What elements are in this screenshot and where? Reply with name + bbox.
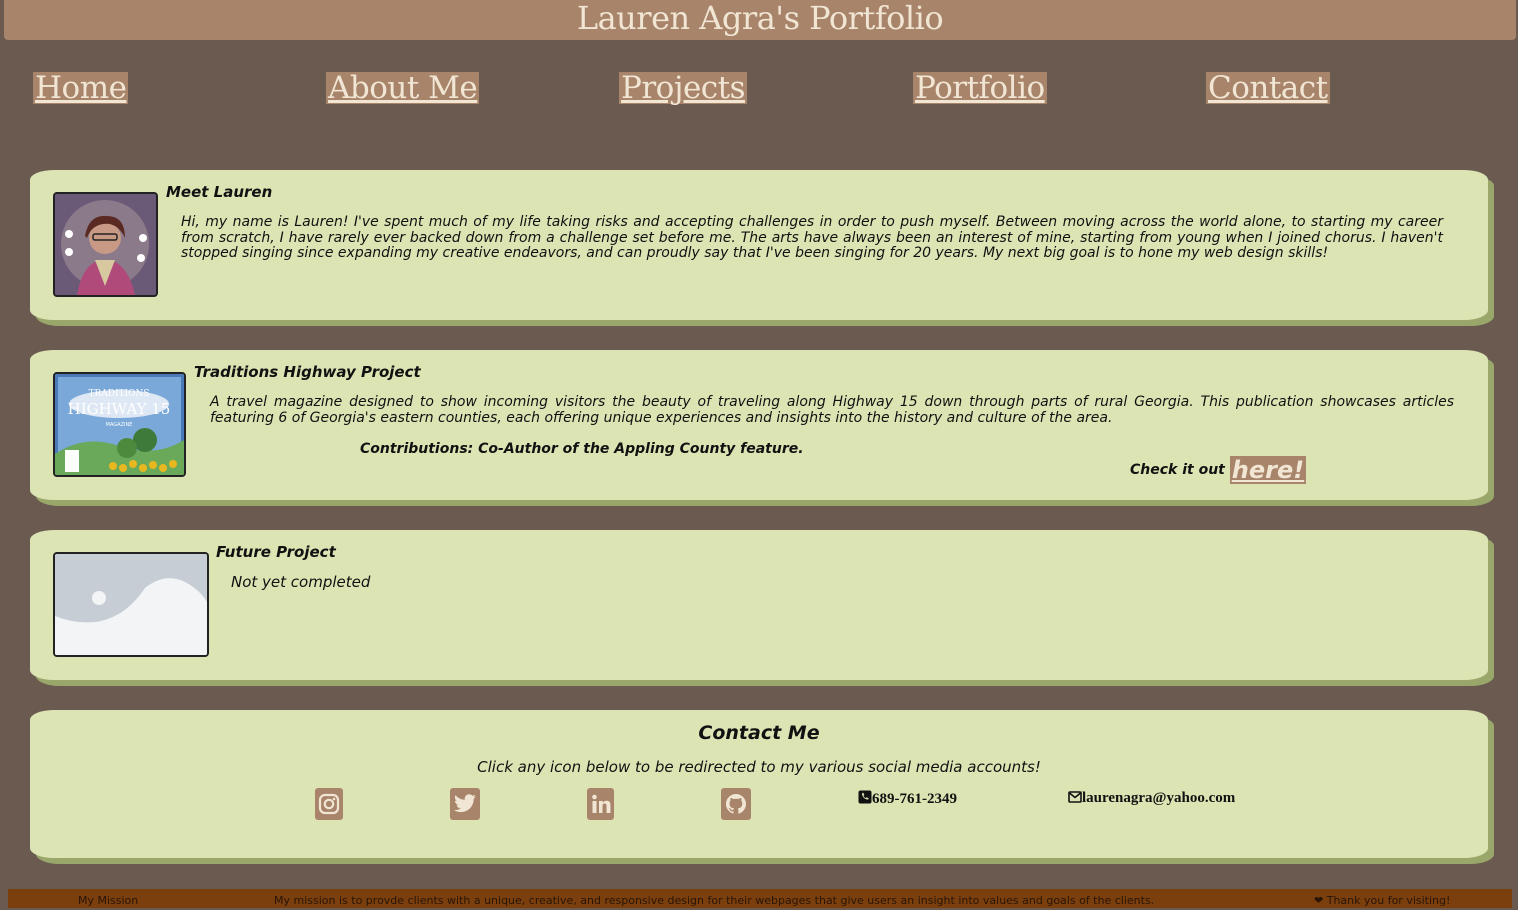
- email-contact[interactable]: laurenagra@yahoo.com: [1068, 790, 1235, 807]
- phone-number: 689-761-2349: [872, 791, 957, 807]
- cover-title: TRADITIONS: [88, 389, 149, 399]
- placeholder-image: [53, 552, 209, 657]
- nav-home-link[interactable]: Home: [33, 72, 129, 104]
- cover-tagline: MAGAZINE: [106, 422, 133, 428]
- project-description: A travel magazine designed to show incom…: [210, 394, 1454, 426]
- contact-subtitle: Click any icon below to be redirected to…: [477, 758, 1041, 776]
- check-it-out: Check it out here!: [1130, 456, 1307, 484]
- project-card-future: Future Project Not yet completed: [30, 530, 1488, 680]
- cover-subtitle: HIGHWAY 15: [68, 400, 171, 418]
- mission-label: My Mission: [78, 894, 139, 907]
- instagram-icon[interactable]: [315, 788, 343, 820]
- about-text: Hi, my name is Lauren! I've spent much o…: [181, 214, 1443, 261]
- thanks-message: ❤ Thank you for visiting!: [1314, 891, 1450, 910]
- phone-contact[interactable]: 689-761-2349: [858, 790, 957, 808]
- heart-icon: ❤: [1314, 894, 1324, 907]
- phone-icon: [858, 790, 872, 804]
- contact-title: Contact Me: [698, 722, 820, 744]
- linkedin-icon[interactable]: [587, 788, 614, 820]
- project-card-traditions: TRADITIONS HIGHWAY 15 MAGAZINE Tradition…: [30, 350, 1488, 500]
- project-contributions: Contributions: Co-Author of the Appling …: [360, 441, 804, 457]
- envelope-icon: [1068, 791, 1082, 803]
- twitter-icon[interactable]: [450, 788, 480, 820]
- site-footer: My Mission My mission is to provde clien…: [8, 889, 1512, 908]
- magazine-cover-image: TRADITIONS HIGHWAY 15 MAGAZINE: [53, 372, 186, 477]
- nav-about-link[interactable]: About Me: [326, 72, 480, 104]
- nav-projects-link[interactable]: Projects: [619, 72, 748, 104]
- about-card: Meet Lauren Hi, my name is Lauren! I've …: [30, 170, 1488, 320]
- mission-text: My mission is to provde clients with a u…: [274, 894, 1155, 907]
- github-icon[interactable]: [721, 788, 751, 820]
- nav-portfolio-link[interactable]: Portfolio: [913, 72, 1047, 104]
- thanks-text: Thank you for visiting!: [1326, 894, 1451, 907]
- contact-card: Contact Me Click any icon below to be re…: [30, 710, 1488, 858]
- future-project-title: Future Project: [216, 543, 336, 561]
- project-title: Traditions Highway Project: [194, 363, 421, 381]
- future-project-text: Not yet completed: [231, 573, 371, 591]
- profile-photo: [53, 192, 158, 297]
- email-address: laurenagra@yahoo.com: [1082, 790, 1236, 806]
- about-title: Meet Lauren: [166, 183, 273, 201]
- site-header: Lauren Agra's Portfolio: [4, 0, 1516, 40]
- page-title: Lauren Agra's Portfolio: [576, 0, 944, 37]
- project-link[interactable]: here!: [1229, 456, 1307, 484]
- check-label: Check it out: [1130, 462, 1225, 478]
- nav-contact-link[interactable]: Contact: [1206, 72, 1330, 104]
